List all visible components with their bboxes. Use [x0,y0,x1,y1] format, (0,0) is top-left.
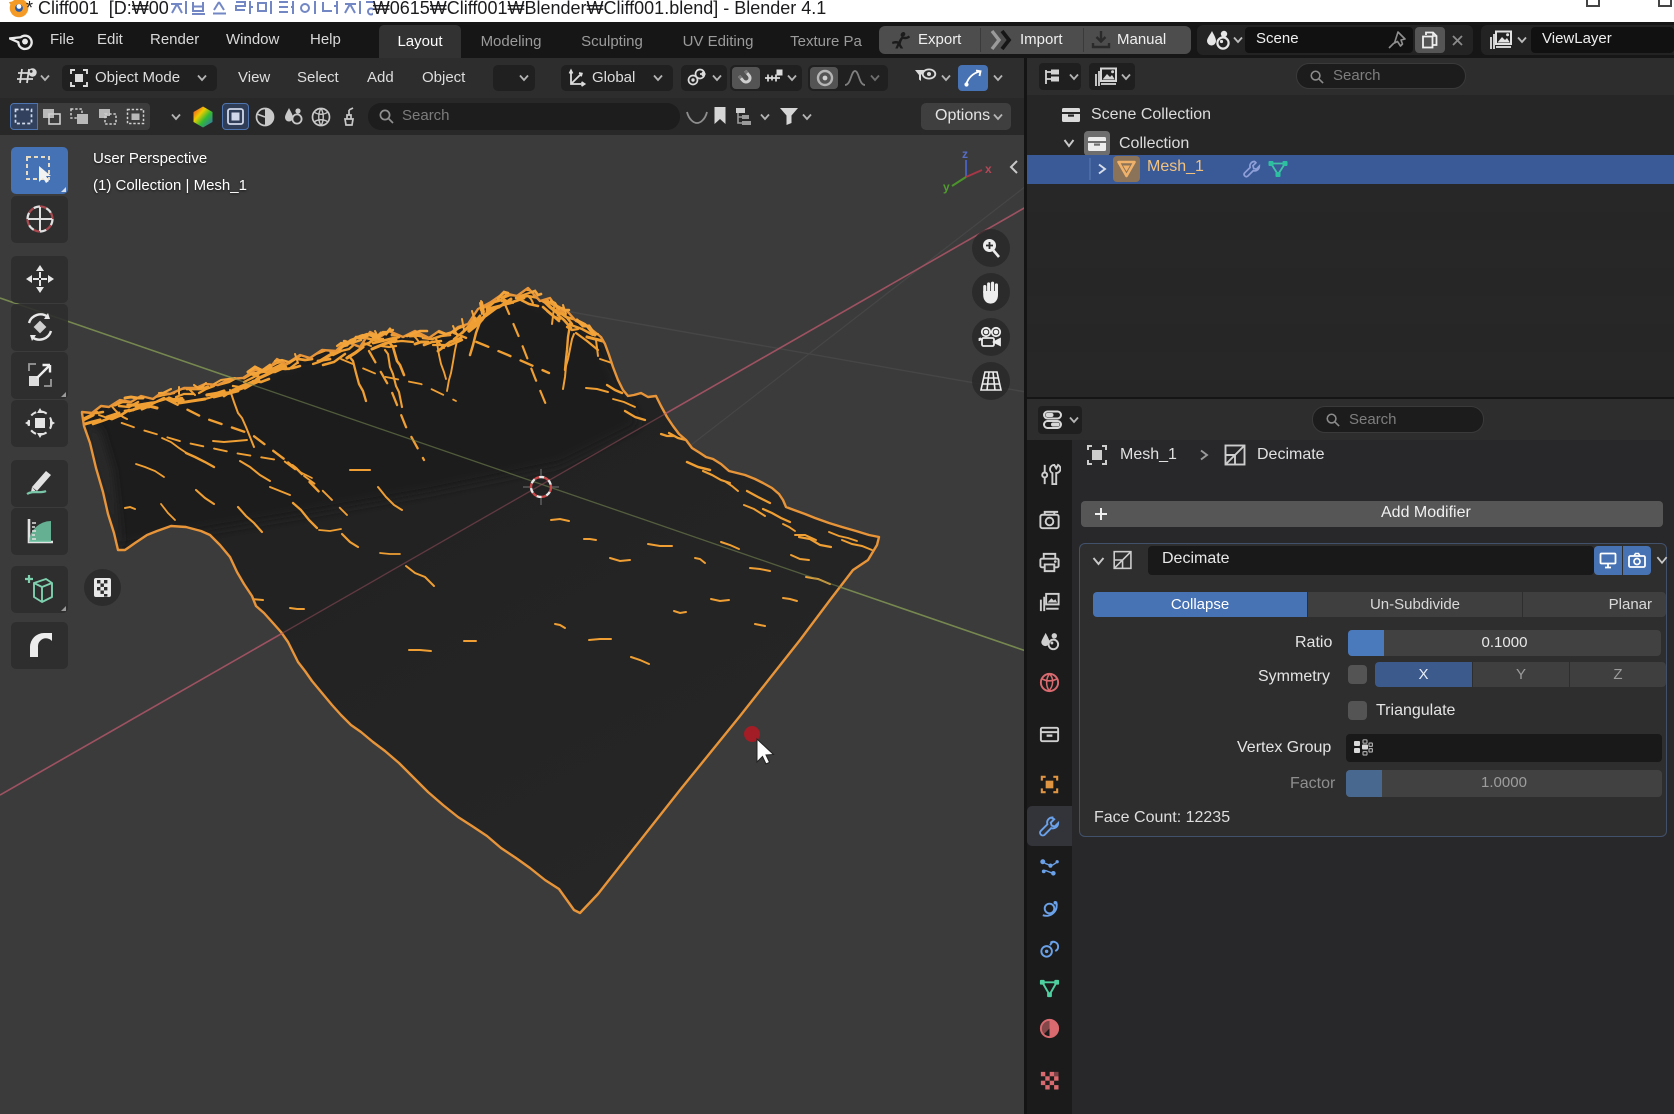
svg-text:x: x [985,162,992,176]
svg-text:y: y [943,180,950,194]
svg-text:z: z [962,147,968,161]
